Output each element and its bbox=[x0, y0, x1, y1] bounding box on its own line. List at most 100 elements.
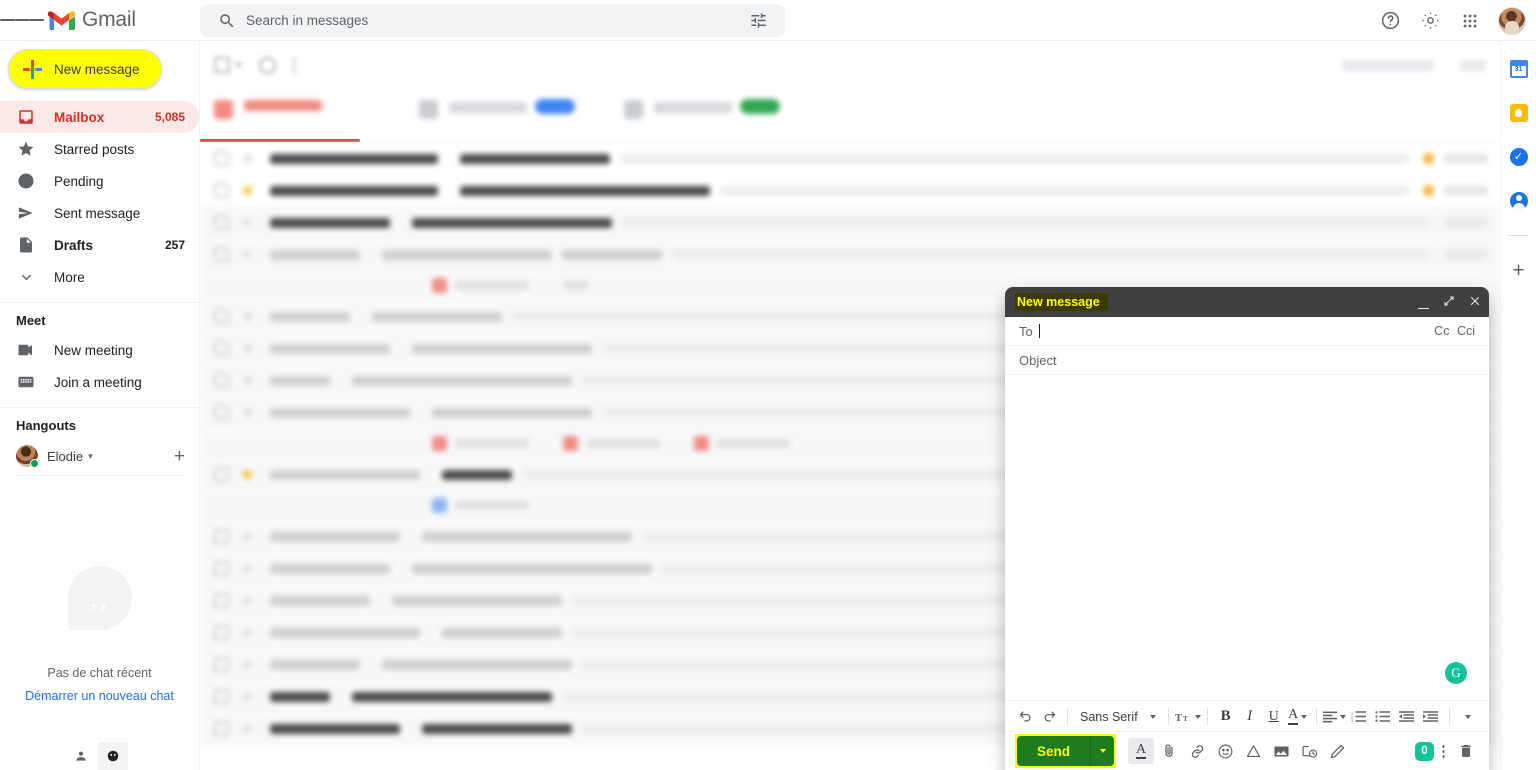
sidebar-item-join-meeting[interactable]: Join a meeting bbox=[0, 366, 199, 398]
sidebar-item-mailbox[interactable]: Mailbox 5,085 bbox=[0, 101, 199, 133]
table-row[interactable] bbox=[200, 143, 1500, 175]
insert-link-icon[interactable] bbox=[1184, 738, 1210, 764]
insert-photo-icon[interactable] bbox=[1268, 738, 1294, 764]
indent-less-icon[interactable] bbox=[1395, 704, 1419, 730]
sidebar-item-more[interactable]: More bbox=[0, 261, 199, 293]
grammarly-count-badge[interactable]: 0 bbox=[1415, 741, 1434, 761]
attach-file-icon[interactable] bbox=[1156, 738, 1182, 764]
contacts-icon[interactable] bbox=[1509, 191, 1529, 211]
bullet-list-icon[interactable] bbox=[1371, 704, 1395, 730]
tune-icon[interactable] bbox=[739, 6, 777, 36]
insert-emoji-icon[interactable] bbox=[1212, 738, 1238, 764]
sidebar-count: 5,085 bbox=[154, 110, 185, 124]
text-cursor bbox=[1038, 324, 1040, 338]
sidebar-item-starred[interactable]: Starred posts bbox=[0, 133, 199, 165]
text-color-icon[interactable]: A bbox=[1286, 704, 1310, 730]
compose-header[interactable]: New message bbox=[1005, 287, 1489, 317]
tab-promotions[interactable] bbox=[610, 89, 815, 142]
gear-icon[interactable] bbox=[1412, 3, 1448, 39]
cc-bcc-toggle[interactable]: Cc Cci bbox=[1430, 324, 1475, 338]
trash-icon[interactable] bbox=[1453, 738, 1479, 764]
to-label: To bbox=[1019, 323, 1033, 339]
sidebar-item-pending[interactable]: Pending bbox=[0, 165, 199, 197]
close-icon[interactable] bbox=[1469, 295, 1481, 309]
help-icon[interactable] bbox=[1372, 3, 1408, 39]
list-toolbar[interactable] bbox=[200, 41, 1500, 89]
apps-grid-icon[interactable] bbox=[1452, 3, 1488, 39]
plus-icon[interactable]: + bbox=[174, 447, 185, 466]
formatting-options-icon[interactable]: A bbox=[1128, 738, 1155, 764]
hangouts-user-row[interactable]: Elodie ▾ + bbox=[0, 439, 199, 473]
grammarly-icon[interactable]: G bbox=[1445, 662, 1467, 684]
insert-signature-icon[interactable] bbox=[1324, 738, 1350, 764]
category-tabs[interactable] bbox=[200, 89, 1500, 143]
contacts-person-icon[interactable] bbox=[66, 742, 96, 770]
nav-list: Mailbox 5,085 Starred posts Pending Sent… bbox=[0, 101, 199, 293]
insert-drive-icon[interactable] bbox=[1240, 738, 1266, 764]
sidebar-label: Join a meeting bbox=[54, 374, 142, 390]
tasks-icon[interactable] bbox=[1509, 147, 1529, 167]
minimize-icon[interactable] bbox=[1418, 296, 1429, 309]
cc-link[interactable]: Cc bbox=[1434, 324, 1449, 338]
search-bar[interactable] bbox=[200, 4, 785, 37]
hangouts-divider bbox=[16, 475, 185, 476]
send-options-icon[interactable] bbox=[1090, 736, 1115, 766]
keep-icon[interactable] bbox=[1509, 103, 1529, 123]
confidential-mode-icon[interactable] bbox=[1296, 738, 1322, 764]
compose-title: New message bbox=[1015, 293, 1108, 311]
pagination-range bbox=[1342, 59, 1434, 71]
subject-field[interactable]: Object bbox=[1005, 346, 1489, 375]
hamburger-icon[interactable] bbox=[0, 17, 45, 24]
bcc-link[interactable]: Cci bbox=[1457, 324, 1475, 338]
italic-icon[interactable]: I bbox=[1238, 704, 1262, 730]
sidebar-item-new-meeting[interactable]: New meeting bbox=[0, 334, 199, 366]
more-vertical-icon[interactable] bbox=[1442, 743, 1445, 759]
add-app-icon[interactable]: + bbox=[1512, 260, 1524, 281]
table-row[interactable] bbox=[200, 239, 1500, 271]
numbered-list-icon[interactable]: 123 bbox=[1347, 704, 1371, 730]
phone-icon[interactable] bbox=[98, 742, 128, 770]
compose-window-buttons bbox=[1418, 295, 1481, 309]
align-icon[interactable] bbox=[1323, 704, 1347, 730]
calendar-icon[interactable] bbox=[1509, 59, 1529, 79]
bold-icon[interactable]: B bbox=[1214, 704, 1238, 730]
underline-icon[interactable]: U bbox=[1262, 704, 1286, 730]
tab-primary[interactable] bbox=[200, 89, 405, 142]
people-icon bbox=[419, 100, 438, 119]
pagination-next[interactable] bbox=[1460, 59, 1486, 71]
chevron-down-icon[interactable]: ▾ bbox=[88, 451, 93, 462]
send-button-group[interactable]: Send bbox=[1015, 734, 1117, 768]
send-icon bbox=[16, 203, 36, 223]
font-size-icon[interactable]: TT bbox=[1175, 704, 1201, 730]
sidebar-bottom-bar bbox=[66, 742, 128, 770]
tab-social[interactable] bbox=[405, 89, 610, 142]
undo-icon[interactable] bbox=[1013, 704, 1037, 730]
pagination-area[interactable] bbox=[1342, 59, 1486, 71]
message-body[interactable]: G bbox=[1005, 375, 1489, 700]
expand-icon[interactable] bbox=[1443, 295, 1455, 309]
refresh-icon[interactable] bbox=[259, 56, 276, 74]
indent-more-icon[interactable] bbox=[1419, 704, 1443, 730]
sidebar-item-sent[interactable]: Sent message bbox=[0, 197, 199, 229]
sidebar-item-drafts[interactable]: Drafts 257 bbox=[0, 229, 199, 261]
select-all-checkbox[interactable] bbox=[214, 57, 243, 73]
more-format-icon[interactable] bbox=[1456, 704, 1480, 730]
search-input[interactable] bbox=[246, 13, 739, 28]
account-avatar[interactable] bbox=[1498, 6, 1526, 35]
avatar bbox=[16, 445, 39, 468]
to-field[interactable]: To Cc Cci bbox=[1005, 317, 1489, 346]
sidebar-count: 257 bbox=[164, 238, 185, 252]
gmail-brand[interactable]: Gmail bbox=[48, 8, 136, 32]
font-family-select[interactable]: Sans Serif bbox=[1074, 710, 1162, 724]
more-vertical-icon[interactable] bbox=[292, 56, 296, 74]
table-row[interactable] bbox=[200, 207, 1500, 239]
send-button[interactable]: Send bbox=[1017, 736, 1091, 766]
meet-section-title: Meet bbox=[16, 313, 46, 328]
svg-text:T: T bbox=[1175, 713, 1182, 724]
new-message-button[interactable]: New message bbox=[8, 49, 162, 89]
table-row[interactable] bbox=[200, 175, 1500, 207]
star-icon bbox=[16, 139, 36, 159]
redo-icon[interactable] bbox=[1037, 704, 1061, 730]
start-new-chat-link[interactable]: Démarrer un nouveau chat bbox=[0, 689, 199, 703]
gmail-logo-icon bbox=[48, 10, 75, 31]
